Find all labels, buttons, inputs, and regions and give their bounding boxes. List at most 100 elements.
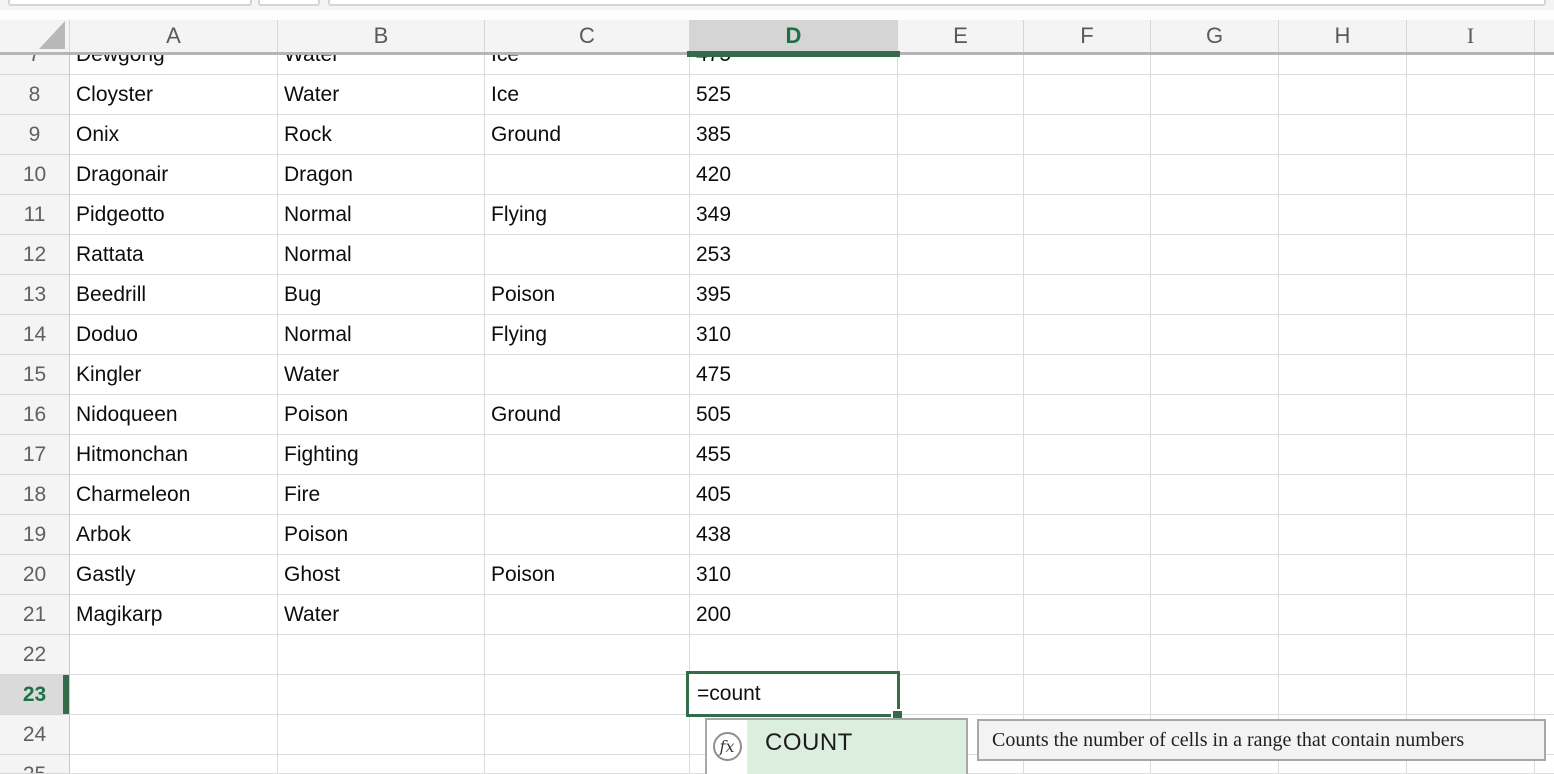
cell-J8[interactable]	[1535, 75, 1554, 115]
cell-E19[interactable]	[898, 515, 1024, 555]
cell-B21[interactable]: Water	[278, 595, 485, 635]
cell-C19[interactable]	[485, 515, 690, 555]
cell-A24[interactable]	[70, 715, 278, 755]
row-header-9[interactable]: 9	[0, 115, 70, 155]
column-header-F[interactable]: F	[1024, 20, 1151, 52]
cell-J16[interactable]	[1535, 395, 1554, 435]
row-header-23[interactable]: 23	[0, 675, 70, 715]
cell-H17[interactable]	[1279, 435, 1407, 475]
cell-A14[interactable]: Doduo	[70, 315, 278, 355]
cell-I11[interactable]	[1407, 195, 1535, 235]
cell-I8[interactable]	[1407, 75, 1535, 115]
cell-J22[interactable]	[1535, 635, 1554, 675]
cell-I21[interactable]	[1407, 595, 1535, 635]
active-cell-d23[interactable]: =count	[686, 671, 900, 717]
row-header-25[interactable]: 25	[0, 755, 70, 774]
cell-F15[interactable]	[1024, 355, 1151, 395]
cell-E9[interactable]	[898, 115, 1024, 155]
select-all-corner[interactable]	[0, 20, 70, 52]
cell-C23[interactable]	[485, 675, 690, 715]
cell-E11[interactable]	[898, 195, 1024, 235]
cell-E22[interactable]	[898, 635, 1024, 675]
cell-J17[interactable]	[1535, 435, 1554, 475]
cell-G9[interactable]	[1151, 115, 1279, 155]
cell-J13[interactable]	[1535, 275, 1554, 315]
cell-C16[interactable]: Ground	[485, 395, 690, 435]
cell-D9[interactable]: 385	[690, 115, 898, 155]
formula-bar-input[interactable]	[328, 0, 1546, 6]
cell-I23[interactable]	[1407, 675, 1535, 715]
cell-D7[interactable]: 475	[690, 55, 898, 75]
cell-F20[interactable]	[1024, 555, 1151, 595]
cell-A22[interactable]	[70, 635, 278, 675]
cell-C11[interactable]: Flying	[485, 195, 690, 235]
cell-H14[interactable]	[1279, 315, 1407, 355]
cell-A11[interactable]: Pidgeotto	[70, 195, 278, 235]
cell-C14[interactable]: Flying	[485, 315, 690, 355]
cell-J11[interactable]	[1535, 195, 1554, 235]
cell-D13[interactable]: 395	[690, 275, 898, 315]
cell-F19[interactable]	[1024, 515, 1151, 555]
cell-D11[interactable]: 349	[690, 195, 898, 235]
cell-E16[interactable]	[898, 395, 1024, 435]
cell-J21[interactable]	[1535, 595, 1554, 635]
cell-C10[interactable]	[485, 155, 690, 195]
row-header-18[interactable]: 18	[0, 475, 70, 515]
cell-J7[interactable]	[1535, 55, 1554, 75]
cell-I10[interactable]	[1407, 155, 1535, 195]
cell-F23[interactable]	[1024, 675, 1151, 715]
row-header-13[interactable]: 13	[0, 275, 70, 315]
cell-F10[interactable]	[1024, 155, 1151, 195]
cell-G23[interactable]	[1151, 675, 1279, 715]
cell-C25[interactable]	[485, 755, 690, 774]
row-header-15[interactable]: 15	[0, 355, 70, 395]
cell-E17[interactable]	[898, 435, 1024, 475]
column-header-H[interactable]: H	[1279, 20, 1407, 52]
cell-H13[interactable]	[1279, 275, 1407, 315]
cell-B7[interactable]: Water	[278, 55, 485, 75]
cell-G20[interactable]	[1151, 555, 1279, 595]
cell-D12[interactable]: 253	[690, 235, 898, 275]
cell-H20[interactable]	[1279, 555, 1407, 595]
cell-E7[interactable]	[898, 55, 1024, 75]
row-header-12[interactable]: 12	[0, 235, 70, 275]
cell-G8[interactable]	[1151, 75, 1279, 115]
cell-H15[interactable]	[1279, 355, 1407, 395]
cell-F8[interactable]	[1024, 75, 1151, 115]
cell-A17[interactable]: Hitmonchan	[70, 435, 278, 475]
cell-I16[interactable]	[1407, 395, 1535, 435]
cell-H8[interactable]	[1279, 75, 1407, 115]
cell-A7[interactable]: Dewgong	[70, 55, 278, 75]
cell-B19[interactable]: Poison	[278, 515, 485, 555]
row-header-11[interactable]: 11	[0, 195, 70, 235]
cell-B10[interactable]: Dragon	[278, 155, 485, 195]
cell-F21[interactable]	[1024, 595, 1151, 635]
cell-C7[interactable]: Ice	[485, 55, 690, 75]
cell-G15[interactable]	[1151, 355, 1279, 395]
cell-B13[interactable]: Bug	[278, 275, 485, 315]
cell-B14[interactable]: Normal	[278, 315, 485, 355]
cell-C8[interactable]: Ice	[485, 75, 690, 115]
cell-B25[interactable]	[278, 755, 485, 774]
name-box[interactable]	[8, 0, 252, 6]
cell-H10[interactable]	[1279, 155, 1407, 195]
cell-A13[interactable]: Beedrill	[70, 275, 278, 315]
cell-B11[interactable]: Normal	[278, 195, 485, 235]
cell-A23[interactable]	[70, 675, 278, 715]
cell-E15[interactable]	[898, 355, 1024, 395]
cell-J14[interactable]	[1535, 315, 1554, 355]
cell-E20[interactable]	[898, 555, 1024, 595]
cell-B24[interactable]	[278, 715, 485, 755]
column-header-D[interactable]: D	[690, 20, 898, 52]
row-header-7[interactable]: 7	[0, 55, 70, 75]
cell-G19[interactable]	[1151, 515, 1279, 555]
cell-I22[interactable]	[1407, 635, 1535, 675]
cell-H22[interactable]	[1279, 635, 1407, 675]
cell-D18[interactable]: 405	[690, 475, 898, 515]
cell-A9[interactable]: Onix	[70, 115, 278, 155]
cell-B17[interactable]: Fighting	[278, 435, 485, 475]
cell-A19[interactable]: Arbok	[70, 515, 278, 555]
cell-C12[interactable]	[485, 235, 690, 275]
cell-C24[interactable]	[485, 715, 690, 755]
cell-B23[interactable]	[278, 675, 485, 715]
